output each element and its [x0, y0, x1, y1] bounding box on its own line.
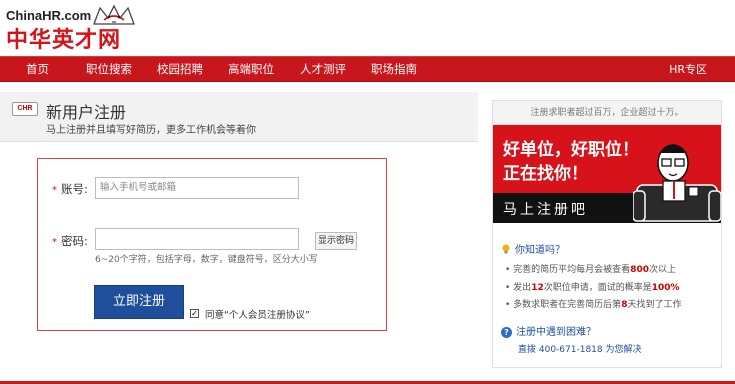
sidebar: 注册求职者超过百万，企业超过十万。 好单位，好职位！ 正在找你！ 马上注册吧 你… [492, 100, 722, 368]
page-title: 新用户注册 [46, 103, 127, 122]
password-hint: 6~20个字符，包括字母，数字，键盘符号，区分大小写 [95, 255, 318, 265]
tip-item: • 多数求职者在完善简历后第8天找到了工作 [505, 300, 682, 310]
password-label: * 密码: [52, 234, 88, 248]
required-star-icon: * [52, 237, 57, 248]
password-input[interactable] [95, 228, 299, 250]
banner-headline-2: 正在找你！ [503, 164, 588, 184]
nav-item-home[interactable]: 首页 [26, 57, 49, 82]
agree-text: 同意“个人会员注册协议” [205, 310, 310, 321]
main-nav: 首页 职位搜索 校园招聘 高端职位 人才测评 职场指南 HR专区 [0, 56, 735, 82]
nav-item-career-guide[interactable]: 职场指南 [371, 57, 417, 82]
help-hotline: 直拨 400-671-1818 为您解决 [518, 345, 642, 355]
show-password-button[interactable]: 显示密码 [315, 232, 357, 250]
site-logo[interactable]: ChinaHR.com 中华英才网 [6, 2, 146, 53]
register-card-icon: CHR [12, 102, 38, 116]
banner-headline-1: 好单位，好职位！ [503, 140, 639, 160]
register-banner[interactable]: 好单位，好职位！ 正在找你！ 马上注册吧 [493, 125, 721, 223]
nav-item-hr-zone[interactable]: HR专区 [669, 57, 707, 82]
page-subtitle: 马上注册并且填写好简历，更多工作机会等着你 [46, 125, 256, 136]
site-header: ChinaHR.com 中华英才网 [0, 0, 735, 56]
lightbulb-icon [502, 244, 510, 254]
agree-checkbox[interactable]: ✓ [190, 309, 199, 318]
logo-english: ChinaHR.com [6, 8, 92, 23]
required-star-icon: * [52, 185, 57, 196]
register-submit-button[interactable]: 立即注册 [94, 285, 184, 319]
registration-form: * 账号: 输入手机号或邮箱 * 密码: 显示密码 6~20个字符，包括字母，数字，… [37, 158, 387, 331]
account-label: * 账号: [52, 182, 88, 196]
tip-item: • 完善的简历平均每月会被查看800次以上 [505, 265, 676, 275]
did-you-know-title: 你知道吗？ [501, 241, 565, 256]
tip-item: • 发出12次职位申请，面试的概率是100% [505, 283, 680, 293]
sidebar-stats: 注册求职者超过百万，企业超过十万。 [493, 101, 721, 125]
nav-item-senior-jobs[interactable]: 高端职位 [228, 57, 274, 82]
nav-item-job-search[interactable]: 职位搜索 [86, 57, 132, 82]
nav-item-campus[interactable]: 校园招聘 [157, 57, 203, 82]
cartoon-man-icon [633, 144, 721, 222]
nav-item-assessment[interactable]: 人才测评 [300, 57, 346, 82]
banner-cta: 马上注册吧 [503, 202, 588, 218]
help-title: ? 注册中遇到困难？ [501, 323, 596, 338]
account-input[interactable]: 输入手机号或邮箱 [95, 177, 299, 199]
fox-mascot-icon [93, 4, 135, 25]
question-icon: ? [501, 327, 512, 338]
member-agreement-link[interactable]: “个人会员注册协议” [224, 310, 310, 321]
page-title-bar: CHR 新用户注册 马上注册并且填写好简历，更多工作机会等着你 [0, 92, 478, 142]
